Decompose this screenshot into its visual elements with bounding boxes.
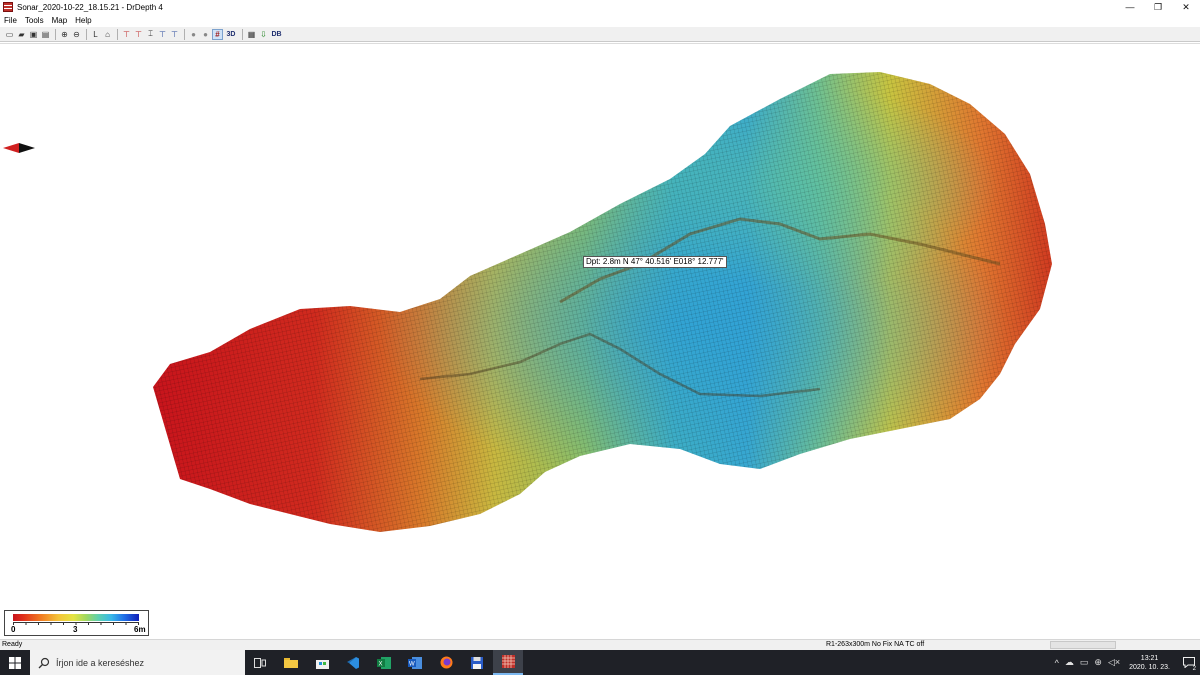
taskbar-clock[interactable]: 13:21 2020. 10. 23. — [1129, 654, 1170, 672]
marker-1-icon[interactable]: ⊤ — [121, 29, 132, 40]
excel-icon: X — [377, 656, 391, 669]
notification-center-button[interactable]: 2 — [1178, 650, 1200, 675]
title-bar: Sonar_2020-10-22_18.15.21 - DrDepth 4 — … — [0, 0, 1200, 14]
app-icon — [3, 2, 13, 12]
status-ready: Ready — [2, 641, 23, 648]
menu-tools[interactable]: Tools — [21, 16, 48, 25]
zoom-in-icon[interactable]: ⊕ — [59, 29, 70, 40]
drdepth-taskbar-button[interactable] — [493, 650, 523, 675]
menu-file[interactable]: File — [0, 16, 21, 25]
circle-1-icon[interactable]: ● — [188, 29, 199, 40]
open-folder-icon[interactable]: ▰ — [16, 29, 27, 40]
export-icon[interactable]: ⇩ — [258, 29, 269, 40]
status-info: R1-263x300m No Fix NA TC off — [826, 641, 925, 648]
profile-icon[interactable]: ⌂ — [102, 29, 113, 40]
system-tray: ^ ☁ ▭ ⊕ ◁× 13:21 2020. 10. 23. 2 — [1052, 650, 1200, 675]
drdepth-window: Sonar_2020-10-22_18.15.21 - DrDepth 4 — … — [0, 0, 1200, 675]
word-button[interactable]: W — [400, 650, 430, 675]
search-icon — [38, 657, 50, 668]
network-globe-icon[interactable]: ⊕ — [1094, 657, 1102, 668]
status-bar: Ready R1-263x300m No Fix NA TC off — [0, 639, 1200, 650]
word-icon: W — [408, 656, 422, 669]
vscode-icon — [347, 656, 359, 669]
marker-4-icon[interactable]: ⊤ — [157, 29, 168, 40]
legend-max-label: 6m — [134, 625, 146, 634]
new-file-icon[interactable]: ▭ — [4, 29, 15, 40]
windows-logo-icon — [9, 656, 21, 669]
report-icon[interactable]: ▦ — [246, 29, 257, 40]
restore-button[interactable]: ❐ — [1144, 0, 1172, 14]
database-icon[interactable]: DB — [270, 29, 283, 40]
chevron-up-icon[interactable]: ^ — [1055, 658, 1059, 668]
depth-readout-tooltip: Dpt: 2.8m N 47° 40.516' E018° 12.777' — [583, 256, 727, 268]
folder-icon — [284, 658, 298, 668]
grid-mesh-icon[interactable]: # — [212, 28, 223, 40]
measure-icon[interactable]: L — [90, 29, 101, 40]
marker-5-icon[interactable]: ⊤ — [169, 29, 180, 40]
window-controls: — ❐ ✕ — [1116, 0, 1200, 14]
close-button[interactable]: ✕ — [1172, 0, 1200, 14]
map-canvas[interactable]: Dpt: 2.8m N 47° 40.516' E018° 12.777' 0 … — [0, 43, 1200, 639]
notification-count-badge: 2 — [1191, 666, 1197, 672]
cloud-icon[interactable]: ☁ — [1065, 657, 1074, 668]
save-all-icon[interactable]: ▤ — [40, 29, 51, 40]
marker-2-icon[interactable]: ⊤ — [133, 29, 144, 40]
toolbar-separator — [117, 28, 118, 40]
start-button[interactable] — [0, 650, 30, 675]
battery-icon[interactable]: ▭ — [1080, 657, 1089, 668]
search-placeholder: Írjon ide a kereséshez — [56, 657, 145, 668]
windows-taskbar: Írjon ide a kereséshez X W ^ ☁ ▭ ⊕ ◁× 13… — [0, 650, 1200, 675]
menu-map[interactable]: Map — [48, 16, 72, 25]
volume-muted-icon[interactable]: ◁× — [1108, 657, 1120, 668]
window-title: Sonar_2020-10-22_18.15.21 - DrDepth 4 — [17, 2, 163, 12]
toolbar-separator — [55, 28, 56, 40]
store-bag-icon — [315, 659, 329, 669]
drdepth-app-icon — [501, 655, 515, 668]
menu-help[interactable]: Help — [71, 16, 95, 25]
legend-mid-label: 3 — [73, 625, 78, 634]
excel-button[interactable]: X — [369, 650, 399, 675]
task-view-icon — [254, 657, 266, 668]
svg-text:W: W — [409, 661, 415, 667]
zoom-out-icon[interactable]: ⊖ — [71, 29, 82, 40]
toolbar: ▭ ▰ ▣ ▤ ⊕ ⊖ L ⌂ ⊤ ⊤ ⌶ ⊤ ⊤ ● ● # 3D ▦ ⇩ D… — [0, 27, 1200, 42]
task-view-button[interactable] — [245, 650, 275, 675]
toolbar-separator — [242, 28, 243, 40]
floppy-disk-icon — [471, 656, 483, 669]
vscode-button[interactable] — [338, 650, 368, 675]
wireframe-mesh — [153, 72, 1052, 532]
circle-2-icon[interactable]: ● — [200, 29, 211, 40]
firefox-icon — [440, 656, 452, 669]
toolbar-separator — [184, 28, 185, 40]
status-progress-box — [1050, 641, 1116, 649]
toolbar-separator — [86, 28, 87, 40]
legend-min-label: 0 — [11, 625, 16, 634]
marker-3-icon[interactable]: ⌶ — [145, 29, 156, 40]
save-icon[interactable]: ▣ — [28, 29, 39, 40]
floppy-app-button[interactable] — [462, 650, 492, 675]
file-explorer-button[interactable] — [276, 650, 306, 675]
minimize-button[interactable]: — — [1116, 0, 1144, 14]
menu-bar: File Tools Map Help — [0, 14, 1200, 26]
depth-legend: 0 3 6m — [4, 610, 149, 636]
depth-color-scale — [13, 614, 139, 621]
svg-text:X: X — [379, 661, 383, 667]
firefox-button[interactable] — [431, 650, 461, 675]
store-button[interactable] — [307, 650, 337, 675]
clock-time: 13:21 — [1140, 654, 1159, 662]
clock-date: 2020. 10. 23. — [1129, 663, 1170, 671]
bathymetry-3d-surface[interactable] — [0, 44, 1200, 640]
taskbar-search[interactable]: Írjon ide a kereséshez — [30, 650, 245, 675]
compass-arrow-icon — [3, 143, 35, 153]
view-3d-icon[interactable]: 3D — [224, 29, 238, 40]
